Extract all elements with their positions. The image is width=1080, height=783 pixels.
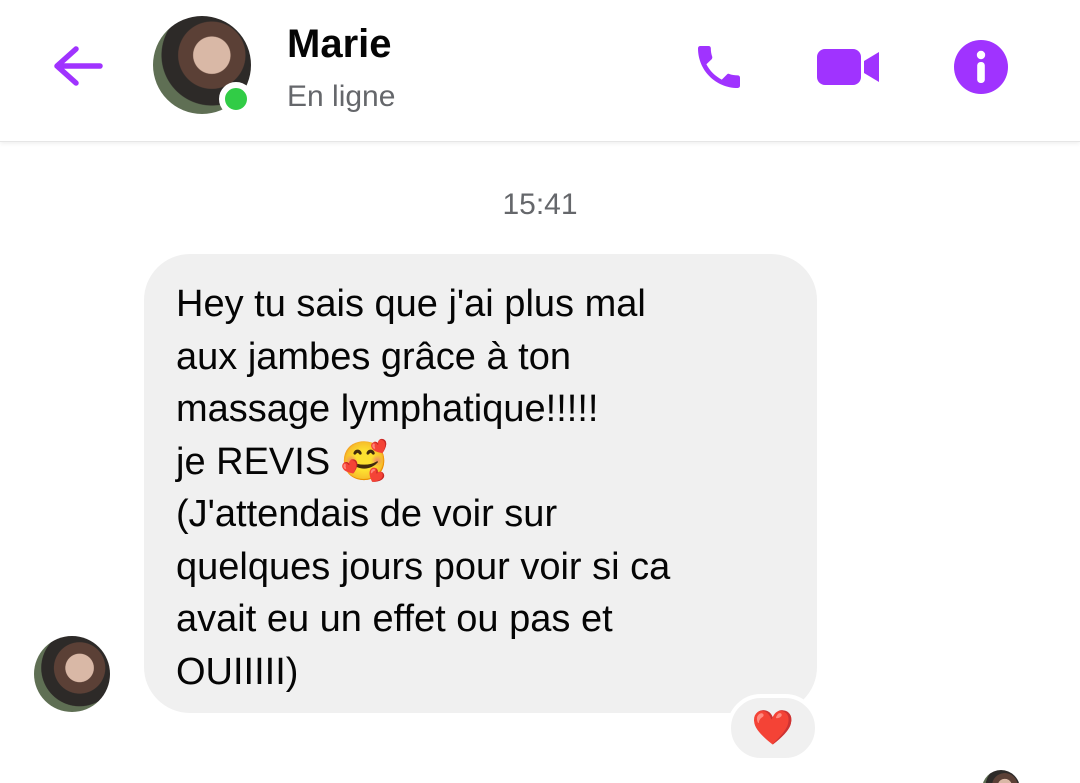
phone-icon (698, 46, 740, 88)
online-status-dot (219, 82, 253, 116)
message-timestamp: 15:41 (502, 188, 578, 221)
heart-reaction[interactable]: ❤️ (727, 694, 819, 762)
arrow-left-icon (54, 46, 103, 86)
contact-name[interactable]: Marie (287, 22, 392, 67)
back-button[interactable] (46, 38, 108, 94)
contact-status: En ligne (287, 80, 396, 113)
sender-avatar[interactable] (34, 636, 110, 712)
video-call-button[interactable] (815, 34, 881, 100)
heart-icon: ❤️ (751, 709, 795, 747)
info-icon (954, 40, 1008, 94)
voice-call-button[interactable] (686, 34, 752, 100)
message-text: Hey tu sais que j'ai plus mal aux jambes… (176, 283, 671, 693)
info-button[interactable] (948, 34, 1014, 100)
chat-header: Marie En ligne (0, 0, 1080, 142)
video-camera-icon (817, 49, 879, 85)
read-receipt-avatar (982, 770, 1020, 783)
message-bubble[interactable]: Hey tu sais que j'ai plus mal aux jambes… (144, 254, 817, 713)
contact-avatar[interactable] (153, 16, 255, 118)
